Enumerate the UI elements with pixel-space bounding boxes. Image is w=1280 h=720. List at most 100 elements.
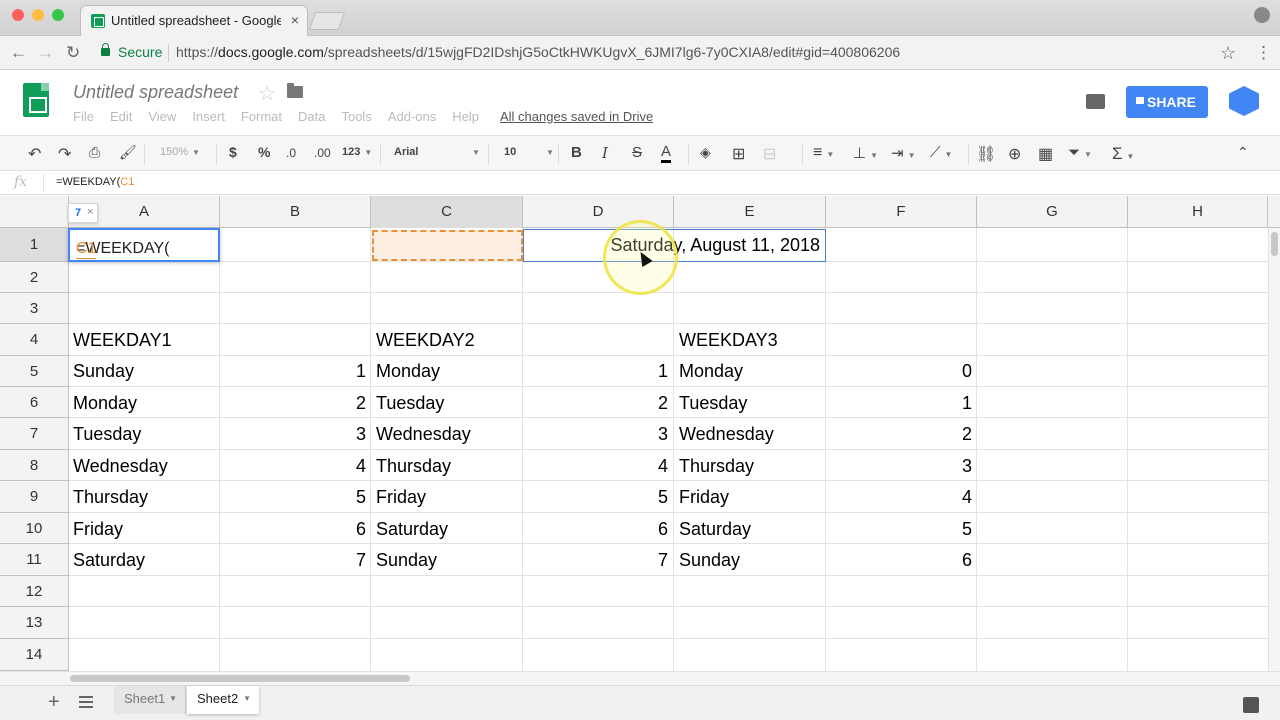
formula-input[interactable]: =WEEKDAY(C1 [56,176,134,188]
merge-cells-icon[interactable]: ⊟ [763,144,776,164]
share-button[interactable]: SHARE [1126,86,1208,118]
cell-d6[interactable]: 2 [525,393,668,414]
maximize-window-button[interactable] [52,9,64,21]
paint-format-icon[interactable]: 🖌 [119,144,137,161]
text-wrap-icon[interactable]: ⇥ ▼ [891,144,916,162]
url-field[interactable]: https://docs.google.com/spreadsheets/d/1… [176,44,900,60]
font-select[interactable]: Arial ▼ [394,146,480,158]
hint-close-icon[interactable]: × [87,206,93,218]
formula-hint-tooltip[interactable]: 7 × [68,203,98,223]
row-header-11[interactable]: 11 [0,544,69,576]
row-header-1[interactable]: 1 [0,228,69,262]
chevron-down-icon[interactable]: ▼ [243,686,251,712]
insert-comment-icon[interactable]: ⊕ [1008,144,1021,164]
row-header-14[interactable]: 14 [0,639,69,671]
cell-a1-editor[interactable]: =WEEKDAY(C1 [68,228,220,262]
font-size-select[interactable]: 10 ▼ [504,146,554,158]
zoom-select[interactable]: 150% ▼ [160,146,200,158]
cell-d8[interactable]: 4 [525,456,668,477]
row-header-9[interactable]: 9 [0,481,69,513]
cell-b6[interactable]: 2 [222,393,366,414]
cell-b5[interactable]: 1 [222,361,366,382]
cell-a9[interactable]: Thursday [73,487,148,508]
add-sheet-button[interactable]: + [48,691,60,714]
document-title[interactable]: Untitled spreadsheet [73,82,238,103]
sheet-tab-sheet2[interactable]: Sheet2 ▼ [187,686,259,714]
cell-c10[interactable]: Saturday [376,519,448,540]
cell-a7[interactable]: Tuesday [73,424,141,445]
strikethrough-icon[interactable]: S [632,144,642,161]
column-header-f[interactable]: F [826,196,977,228]
borders-icon[interactable]: ⊞ [732,144,745,164]
cell-b10[interactable]: 6 [222,519,366,540]
cell-e6[interactable]: Tuesday [679,393,747,414]
cell-a10[interactable]: Friday [73,519,123,540]
explore-icon[interactable] [1243,697,1259,713]
undo-icon[interactable]: ↶ [28,144,41,164]
cell-d10[interactable]: 6 [525,519,668,540]
horizontal-align-icon[interactable]: ≡ ▼ [813,144,834,162]
column-header-h[interactable]: H [1128,196,1268,228]
cell-b11[interactable]: 7 [222,550,366,571]
cell-d7[interactable]: 3 [525,424,668,445]
row-header-6[interactable]: 6 [0,387,69,418]
comments-icon[interactable] [1086,94,1105,109]
sheet-tab-sheet1[interactable]: Sheet1 ▼ [114,686,186,714]
cell-e4[interactable]: WEEKDAY3 [679,330,778,351]
text-rotation-icon[interactable]: ⟋ ▼ [930,144,952,161]
referenced-cell-c1[interactable] [372,230,523,261]
row-header-12[interactable]: 12 [0,576,69,607]
decrease-decimal-button[interactable]: .0 [286,146,296,160]
cell-d11[interactable]: 7 [525,550,668,571]
cell-d9[interactable]: 5 [525,487,668,508]
menu-view[interactable]: View [148,109,176,124]
column-header-e[interactable]: E [674,196,826,228]
bookmark-star-icon[interactable]: ☆ [1220,43,1236,64]
italic-icon[interactable]: I [602,144,608,162]
column-header-c[interactable]: C [371,196,523,228]
menu-edit[interactable]: Edit [110,109,132,124]
cell-f10[interactable]: 5 [828,519,972,540]
row-header-13[interactable]: 13 [0,607,69,639]
menu-add-ons[interactable]: Add-ons [388,109,436,124]
bold-icon[interactable]: B [571,144,582,161]
cell-c5[interactable]: Monday [376,361,440,382]
row-header-5[interactable]: 5 [0,356,69,387]
text-color-icon[interactable]: A [661,144,672,163]
row-header-7[interactable]: 7 [0,418,69,450]
functions-icon[interactable]: Σ ▼ [1112,144,1134,164]
cell-b9[interactable]: 5 [222,487,366,508]
minimize-window-button[interactable] [32,9,44,21]
cell-f7[interactable]: 2 [828,424,972,445]
percent-format-button[interactable]: % [258,144,270,160]
cell-f11[interactable]: 6 [828,550,972,571]
vertical-scrollbar[interactable] [1268,228,1280,671]
menu-insert[interactable]: Insert [192,109,225,124]
cell-f6[interactable]: 1 [828,393,972,414]
star-icon[interactable]: ☆ [258,81,276,106]
row-header-4[interactable]: 4 [0,324,69,356]
browser-tab[interactable]: Untitled spreadsheet - Google Sheets × [80,5,308,36]
cell-c8[interactable]: Thursday [376,456,451,477]
cell-c11[interactable]: Sunday [376,550,437,571]
column-header-b[interactable]: B [220,196,371,228]
redo-icon[interactable]: ↷ [58,144,71,164]
close-tab-icon[interactable]: × [291,12,299,28]
cell-e5[interactable]: Monday [679,361,743,382]
cell-f9[interactable]: 4 [828,487,972,508]
folder-icon[interactable] [287,83,303,98]
cell-c9[interactable]: Friday [376,487,426,508]
forward-icon[interactable]: → [37,43,54,63]
close-window-button[interactable] [12,9,24,21]
new-tab-button[interactable] [308,12,346,30]
cell-e8[interactable]: Thursday [679,456,754,477]
cell-e9[interactable]: Friday [679,487,729,508]
cell-c7[interactable]: Wednesday [376,424,471,445]
menu-format[interactable]: Format [241,109,282,124]
cell-b8[interactable]: 4 [222,456,366,477]
fill-color-icon[interactable]: ◈ [700,144,711,161]
cell-c4[interactable]: WEEKDAY2 [376,330,475,351]
cell-a5[interactable]: Sunday [73,361,134,382]
row-header-10[interactable]: 10 [0,513,69,544]
cell-f8[interactable]: 3 [828,456,972,477]
